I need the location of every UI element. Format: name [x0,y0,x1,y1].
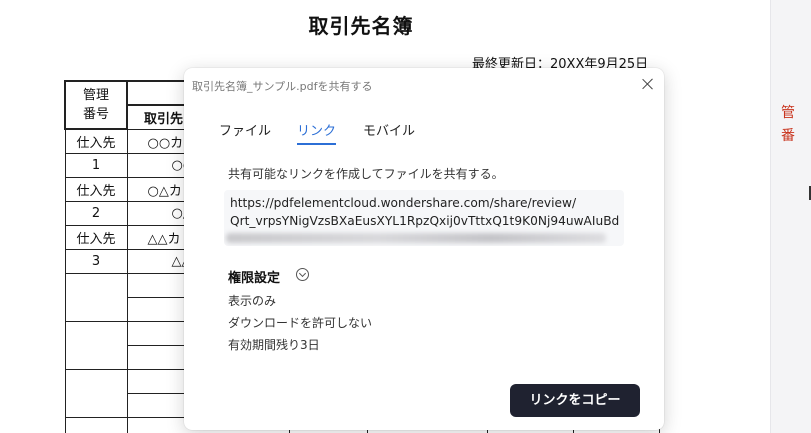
share-link-text-line1: https://pdfelementcloud.wondershare.com/… [230,196,577,210]
side-panel-text: 番 [781,128,795,144]
share-description: 共有可能なリンクを作成してファイルを共有する。 [228,167,504,181]
tab-file[interactable]: ファイル [219,120,271,143]
permission-view-only: 表示のみ [228,294,277,308]
row-id-top: 仕入先 [64,128,128,154]
row-id-bottom: 1 [64,152,128,178]
header-id-line1: 管理 [82,88,109,103]
tab-mobile[interactable]: モバイル [363,120,415,143]
side-panel-text: 管 [781,105,795,121]
row-id-top: 仕入先 [64,224,128,250]
tab-link[interactable]: リンク [297,120,337,145]
table-cell [64,368,128,418]
permission-no-download: ダウンロードを許可しない [228,316,373,330]
table-cell [64,272,128,322]
document-title: 取引先名簿 [308,14,414,38]
row-id-bottom: 3 [64,248,128,274]
table-cell [64,416,128,433]
row-id-bottom: 2 [64,200,128,226]
permission-expiry: 有効期間残り3日 [228,338,320,352]
copy-link-button[interactable]: リンクをコピー [510,384,640,417]
share-link-text-line2: Qrt_vrpsYNigVzsBXaEusXYL1RpzQxij0vTttxQ1… [230,214,620,228]
close-icon[interactable] [640,76,656,92]
header-id-cell: 管理 番号 [64,80,128,130]
right-side-panel: 管 番 [770,0,811,433]
blurred-link-remainder [226,233,606,243]
share-link-box[interactable]: https://pdfelementcloud.wondershare.com/… [224,190,624,246]
table-cell [64,320,128,370]
dialog-title: 取引先名簿_サンプル.pdfを共有する [192,80,373,93]
share-dialog: 取引先名簿_サンプル.pdfを共有する ファイル リンク モバイル 共有可能なリ… [184,68,664,430]
header-name-text: 取引先 [144,111,184,127]
row-id-top: 仕入先 [64,176,128,202]
permissions-title: 権限設定 [228,271,281,286]
chevron-circle-icon[interactable] [296,268,309,281]
header-id-line2: 番号 [82,107,109,122]
